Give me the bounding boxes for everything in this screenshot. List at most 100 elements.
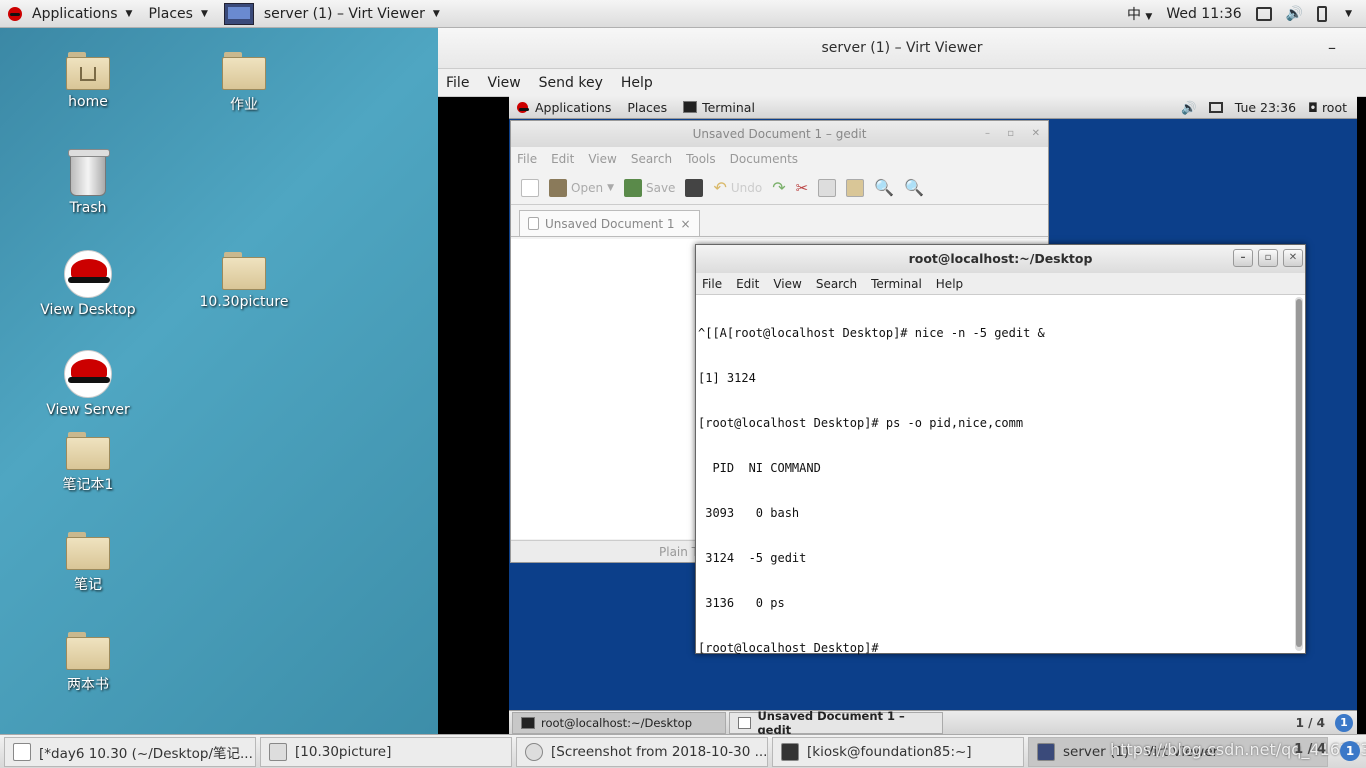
menu-help[interactable]: Help <box>621 75 653 91</box>
menu-terminal[interactable]: Terminal <box>871 277 922 291</box>
redhat-logo-icon <box>8 6 22 21</box>
clock[interactable]: Wed 11:36 <box>1166 6 1241 22</box>
gedit-tab[interactable]: Unsaved Document 1 × <box>519 210 700 236</box>
gedit-titlebar[interactable]: Unsaved Document 1 – gedit – ▫ ✕ <box>511 121 1048 147</box>
guest-user-menu[interactable]: ◘ root <box>1308 100 1347 115</box>
gedit-tab-label: Unsaved Document 1 <box>545 216 675 231</box>
desktop-icon-1030picture[interactable]: 10.30picture <box>189 252 299 310</box>
tab-close-icon[interactable]: × <box>681 217 691 231</box>
search-replace-icon[interactable]: 🔍 <box>904 178 924 197</box>
folder-icon <box>222 52 266 90</box>
desktop-icon-view-desktop[interactable]: View Desktop <box>33 250 143 318</box>
menu-file[interactable]: File <box>517 152 537 166</box>
guest-task-terminal[interactable]: root@localhost:~/Desktop <box>512 711 726 734</box>
menu-view[interactable]: View <box>588 152 616 166</box>
menu-documents[interactable]: Documents <box>730 152 798 166</box>
minimize-button[interactable]: – <box>1233 249 1253 267</box>
close-icon[interactable]: ✕ <box>1032 121 1040 147</box>
battery-icon[interactable] <box>1317 6 1328 22</box>
terminal-titlebar[interactable]: root@localhost:~/Desktop – ▫ ✕ <box>696 245 1305 273</box>
new-document-icon[interactable] <box>521 178 539 197</box>
display-icon[interactable] <box>1255 7 1272 21</box>
terminal-line: 3136 0 ps <box>698 596 785 610</box>
menu-help[interactable]: Help <box>936 277 963 291</box>
guest-task-gedit[interactable]: Unsaved Document 1 – gedit <box>729 709 943 737</box>
close-button[interactable]: ✕ <box>1283 249 1303 267</box>
places-menu[interactable]: Places ▼ <box>140 0 215 28</box>
window-titlebar[interactable]: server (1) – Virt Viewer – <box>438 28 1366 69</box>
input-method-indicator[interactable]: 中 ▼ <box>1127 4 1152 24</box>
undo-button[interactable]: ↶ Undo <box>713 178 762 197</box>
search-icon[interactable]: 🔍 <box>874 178 894 197</box>
chevron-down-icon: ▼ <box>432 8 440 19</box>
folder-icon <box>66 632 110 670</box>
menu-edit[interactable]: Edit <box>736 277 759 291</box>
undo-icon: ↶ <box>713 178 727 197</box>
applications-menu-label: Applications <box>32 5 118 22</box>
terminal-scrollbar[interactable] <box>1295 297 1303 651</box>
print-icon[interactable] <box>685 178 704 197</box>
network-icon[interactable] <box>1208 102 1223 113</box>
guest-terminal-label: Terminal <box>702 99 755 115</box>
guest-display[interactable]: Applications Places Terminal 🔊 Tue 23:36… <box>509 96 1357 737</box>
desktop-icon-notes[interactable]: 笔记 <box>33 532 143 594</box>
notification-icon[interactable]: 1 <box>1335 714 1353 732</box>
host-task-screenshot[interactable]: [Screenshot from 2018-10-30 ... <box>516 736 768 767</box>
chevron-down-icon: ▼ <box>125 8 133 19</box>
desktop-icon-trash[interactable]: Trash <box>33 149 143 216</box>
copy-icon[interactable] <box>818 178 837 197</box>
host-task-folder[interactable]: [10.30picture] <box>260 736 512 767</box>
host-task-terminal[interactable]: [kiosk@foundation85:~] <box>772 736 1024 767</box>
status-area: 中 ▼ Wed 11:36 🔊 ▼ <box>1127 0 1366 28</box>
menu-file[interactable]: File <box>702 277 722 291</box>
guest-applications-menu[interactable]: Applications <box>509 96 619 119</box>
desktop-icon-homework[interactable]: 作业 <box>189 52 299 114</box>
notification-icon[interactable]: 1 <box>1340 741 1360 761</box>
volume-icon[interactable]: 🔊 <box>1181 100 1197 116</box>
guest-clock[interactable]: Tue 23:36 <box>1235 100 1296 115</box>
minimize-icon[interactable]: – <box>985 121 990 147</box>
workspace-pager[interactable]: 1 / 4 <box>1294 742 1326 757</box>
gedit-language-label[interactable]: Plain T <box>659 545 699 559</box>
file-manager-icon <box>269 742 287 761</box>
desktop-icon-two-books[interactable]: 两本书 <box>33 632 143 694</box>
applications-menu[interactable]: Applications ▼ <box>0 0 140 28</box>
guest-terminal-launcher[interactable]: Terminal <box>675 96 763 119</box>
menu-tools[interactable]: Tools <box>686 152 716 166</box>
paste-icon[interactable] <box>846 178 865 197</box>
active-app-menu[interactable]: server (1) – Virt Viewer ▼ <box>216 0 448 28</box>
maximize-button[interactable]: ▫ <box>1258 249 1278 267</box>
host-task-gedit[interactable]: [*day6 10.30 (~/Desktop/笔记... <box>4 736 256 767</box>
active-app-label: server (1) – Virt Viewer <box>263 5 425 22</box>
cut-icon[interactable]: ✂ <box>796 179 809 197</box>
menu-send-key[interactable]: Send key <box>539 75 603 91</box>
desktop: home 作业 Trash View Desktop 10.30picture … <box>0 28 438 734</box>
menu-view[interactable]: View <box>773 277 801 291</box>
desktop-icon-view-server[interactable]: View Server <box>33 350 143 418</box>
menu-view[interactable]: View <box>487 75 520 91</box>
desktop-icon-label: 10.30picture <box>199 294 289 310</box>
save-button[interactable]: Save <box>623 178 675 197</box>
redo-icon[interactable]: ↷ <box>772 178 785 197</box>
volume-icon[interactable]: 🔊 <box>1286 6 1303 22</box>
guest-places-menu[interactable]: Places <box>619 96 675 119</box>
gedit-icon <box>738 716 752 729</box>
menu-search[interactable]: Search <box>816 277 857 291</box>
task-label: [10.30picture] <box>295 743 392 760</box>
virt-viewer-window: server (1) – Virt Viewer – File View Sen… <box>438 28 1366 737</box>
system-menu-chevron-icon[interactable]: ▼ <box>1345 9 1352 19</box>
chevron-down-icon: ▼ <box>200 8 208 19</box>
menu-search[interactable]: Search <box>631 152 672 166</box>
maximize-icon[interactable]: ▫ <box>1007 121 1014 147</box>
host-top-panel: Applications ▼ Places ▼ server (1) – Vir… <box>0 0 1366 28</box>
desktop-icon-notebook1[interactable]: 笔记本1 <box>33 432 143 494</box>
folder-icon <box>222 252 266 290</box>
menu-edit[interactable]: Edit <box>551 152 574 166</box>
terminal-window[interactable]: root@localhost:~/Desktop – ▫ ✕ File Edit… <box>695 244 1306 655</box>
terminal-output[interactable]: ^[[A[root@localhost Desktop]# nice -n -5… <box>696 295 1294 655</box>
minimize-button[interactable]: – <box>1328 28 1336 68</box>
desktop-icon-home[interactable]: home <box>33 52 143 110</box>
open-button[interactable]: Open ▼ <box>549 178 614 197</box>
workspace-pager[interactable]: 1 / 4 <box>1296 711 1325 735</box>
menu-file[interactable]: File <box>446 75 469 91</box>
